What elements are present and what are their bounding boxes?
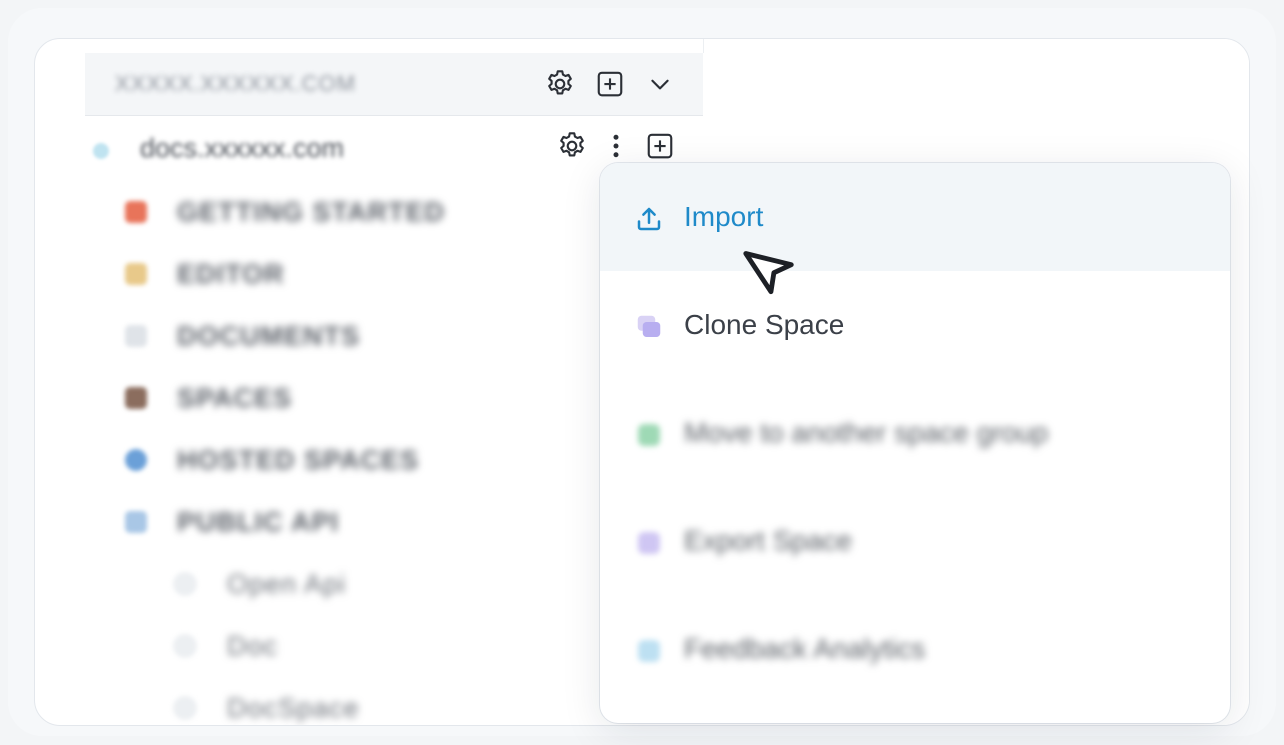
page-icon [173,572,197,596]
menu-item-clone-space[interactable]: Clone Space [600,271,1230,379]
tree-item[interactable]: GETTING STARTED [125,181,445,243]
tree-item-label: GETTING STARTED [177,196,445,227]
space-name[interactable]: docs.xxxxxx.com [140,133,344,164]
globe-icon [125,449,147,471]
box-icon [125,387,147,409]
more-vertical-icon[interactable] [599,129,633,163]
tree-subitem[interactable]: Open Api [125,553,445,615]
rocket-icon [125,201,147,223]
space-actions-menu: Import Clone Space Move to another space… [600,163,1230,723]
upload-icon [633,203,665,235]
tree-subitem-label: DocSpace [227,692,360,723]
menu-item-clone-space-label: Clone Space [684,309,845,340]
space-tree: GETTING STARTED EDITOR DOCUMENTS SPACES … [125,181,445,725]
menu-item-feedback-analytics-label: Feedback Analytics [684,633,926,664]
tree-item-label: DOCUMENTS [177,320,360,351]
menu-item-feedback-analytics[interactable]: Feedback Analytics [600,595,1230,703]
space-settings-gear-icon[interactable] [555,129,589,163]
tree-item[interactable]: EDITOR [125,243,445,305]
menu-item-import-label: Import [684,201,764,232]
menu-item-import[interactable]: Import [600,163,1230,271]
org-name[interactable]: XXXXX.XXXXXX.COM [115,71,356,97]
folder-icon [125,263,147,285]
tree-subitem-label: Open Api [227,568,347,599]
page-icon [173,634,197,658]
space-add-square-icon[interactable] [643,129,677,163]
tree-item[interactable]: HOSTED SPACES [125,429,445,491]
tree-item[interactable]: DOCUMENTS [125,305,445,367]
tree-subitem-label: Doc [227,630,279,661]
tree-item-label: HOSTED SPACES [177,444,420,475]
page-icon [173,696,197,720]
export-icon [633,527,665,559]
analytics-icon [633,635,665,667]
tree-item[interactable]: PUBLIC API [125,491,445,553]
chevron-down-icon[interactable] [643,67,677,101]
tree-item-label: EDITOR [177,258,285,289]
document-icon [125,325,147,347]
settings-gear-icon[interactable] [543,67,577,101]
tree-item-label: SPACES [177,382,293,413]
menu-item-move-space-label: Move to another space group [684,417,1049,448]
space-actions [555,129,677,163]
tree-subitem[interactable]: DocSpace [125,677,445,725]
space-status-dot [93,143,109,159]
clone-icon [633,311,665,343]
menu-item-export-space[interactable]: Export Space [600,487,1230,595]
add-square-icon[interactable] [593,67,627,101]
menu-item-move-space[interactable]: Move to another space group [600,379,1230,487]
org-header: XXXXX.XXXXXX.COM [85,53,703,116]
tree-item-label: PUBLIC API [177,506,340,537]
mouse-pointer-icon [740,242,798,305]
tree-item[interactable]: SPACES [125,367,445,429]
api-icon [125,511,147,533]
move-icon [633,419,665,451]
org-header-actions [543,67,677,101]
tree-subitem[interactable]: Doc [125,615,445,677]
menu-item-export-space-label: Export Space [684,525,853,556]
